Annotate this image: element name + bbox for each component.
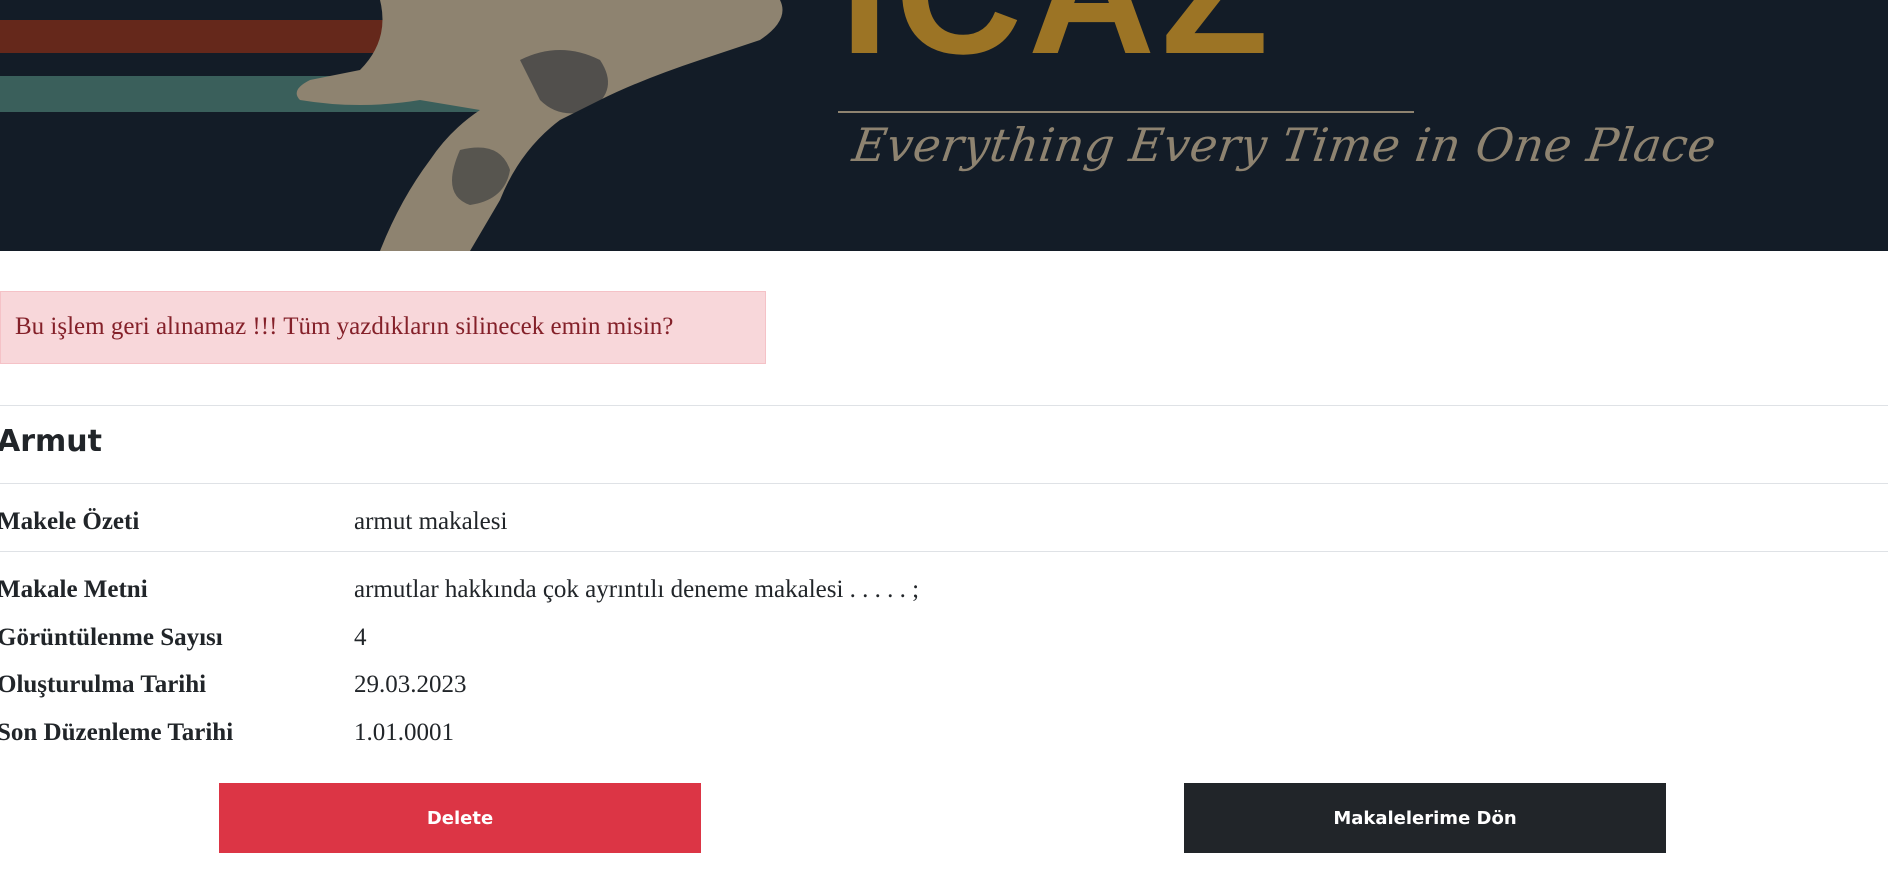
divider xyxy=(0,405,1888,406)
site-banner: ICAZ Everything Every Time in One Place xyxy=(0,0,1888,251)
last-edited-date-value: 1.01.0001 xyxy=(354,719,454,746)
created-date-label: Oluşturulma Tarihi xyxy=(0,671,207,698)
view-count-label: Görüntülenme Sayısı xyxy=(0,624,223,651)
view-count-value: 4 xyxy=(354,624,367,651)
summary-value: armut makalesi xyxy=(354,508,508,535)
delete-warning-alert: Bu işlem geri alınamaz !!! Tüm yazdıklar… xyxy=(0,291,766,364)
banner-tagline: Everything Every Time in One Place xyxy=(849,118,1720,172)
divider xyxy=(0,483,1888,484)
body-text-value: armutlar hakkında çok ayrıntılı deneme m… xyxy=(354,576,920,603)
created-date-value: 29.03.2023 xyxy=(354,671,467,698)
last-edited-date-label: Son Düzenleme Tarihi xyxy=(0,719,234,746)
back-to-articles-button[interactable]: Makalelerime Dön xyxy=(1184,783,1666,853)
banner-title: ICAZ xyxy=(840,0,1275,81)
alert-message: Bu işlem geri alınamaz !!! Tüm yazdıklar… xyxy=(15,313,674,340)
summary-label: Makele Özeti xyxy=(0,508,140,535)
delete-button[interactable]: Delete xyxy=(219,783,701,853)
article-title: Armut xyxy=(0,424,102,459)
body-text-label: Makale Metni xyxy=(0,576,148,603)
divider xyxy=(0,551,1888,552)
